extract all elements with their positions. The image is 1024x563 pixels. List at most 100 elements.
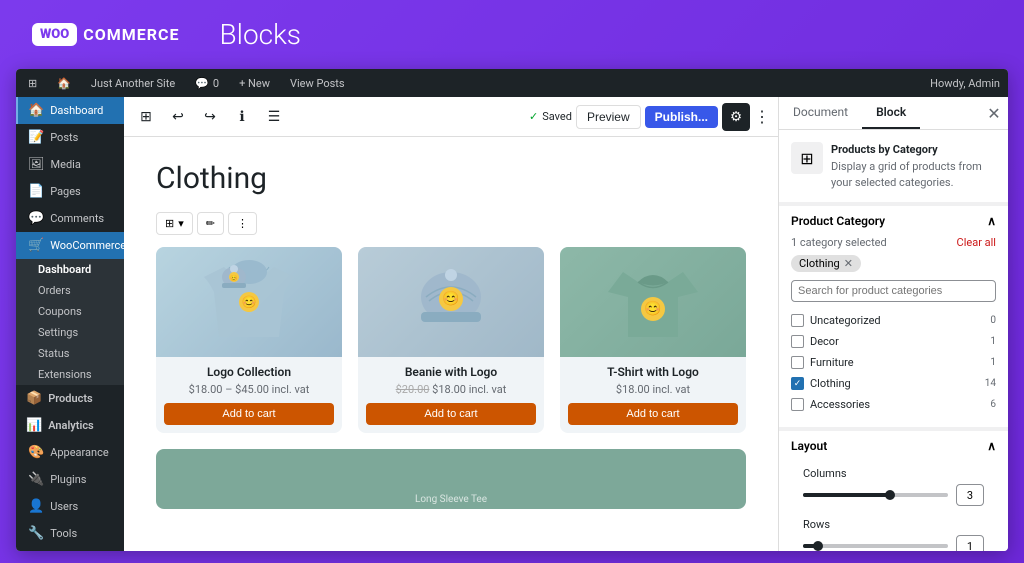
list-view-button[interactable]: ☰: [260, 103, 288, 131]
submenu-coupons[interactable]: Coupons: [16, 301, 124, 322]
sidebar-item-analytics[interactable]: 📊 Analytics: [16, 412, 124, 439]
sidebar-label-appearance: Appearance: [50, 446, 109, 459]
rows-slider[interactable]: [803, 544, 948, 548]
woo-logo-text: COMMERCE: [83, 25, 179, 44]
add-to-cart-button-2[interactable]: Add to cart: [366, 403, 536, 425]
submenu-orders[interactable]: Orders: [16, 280, 124, 301]
sidebar-label-users: Users: [50, 500, 78, 513]
category-tag-label: Clothing: [799, 257, 840, 270]
svg-text:😊: 😊: [442, 290, 459, 307]
sidebar-item-tools[interactable]: 🔧 Tools: [16, 520, 124, 547]
product-card-2: 😊 Beanie with Logo $20.00 $18.00 incl. v…: [358, 247, 544, 433]
sidebar-item-woocommerce[interactable]: 🛒 WooCommerce: [16, 232, 124, 259]
product-sale-price-2: $18.00 incl. vat: [432, 383, 506, 396]
product-image-1: 😊 😊: [156, 247, 342, 357]
rows-label: Rows: [803, 518, 984, 531]
product-price-3: $18.00 incl. vat: [568, 383, 738, 396]
sidebar-item-settings[interactable]: ⚙ Settings: [16, 547, 124, 551]
tab-document[interactable]: Document: [779, 97, 862, 129]
block-description: Products by Category Display a grid of p…: [831, 142, 996, 190]
sidebar-label-plugins: Plugins: [50, 473, 86, 486]
product-name-3: T-Shirt with Logo: [568, 365, 738, 379]
woo-logo: WOO COMMERCE: [32, 23, 179, 46]
category-tag-clothing: Clothing ✕: [791, 255, 996, 280]
tag-close-button[interactable]: ✕: [844, 257, 853, 270]
category-name-furniture: Furniture: [810, 356, 854, 369]
wp-logo-icon[interactable]: ⊞: [24, 69, 41, 97]
publish-button[interactable]: Publish...: [645, 106, 718, 128]
wp-admin-bar: ⊞ 🏠 Just Another Site 💬 0 + New View Pos…: [16, 69, 1008, 97]
add-to-cart-button-3[interactable]: Add to cart: [568, 403, 738, 425]
sidebar-item-plugins[interactable]: 🔌 Plugins: [16, 466, 124, 493]
sidebar-item-posts[interactable]: 📝 Posts: [16, 124, 124, 151]
block-edit-button[interactable]: ✏: [197, 212, 224, 235]
checkbox-decor[interactable]: [791, 335, 804, 348]
columns-row: Columns 3: [791, 461, 996, 512]
category-name-clothing: Clothing: [810, 377, 851, 390]
rows-slider-thumb[interactable]: [813, 541, 823, 551]
svg-text:😊: 😊: [230, 274, 237, 282]
sidebar-item-users[interactable]: 👤 Users: [16, 493, 124, 520]
media-icon: 🖼: [28, 157, 45, 172]
info-button[interactable]: ℹ: [228, 103, 256, 131]
sidebar-label-comments: Comments: [50, 212, 104, 225]
panel-tabs: Document Block ✕: [779, 97, 1008, 130]
settings-button[interactable]: ⚙: [722, 103, 750, 131]
columns-value: 3: [956, 484, 984, 506]
block-more-button[interactable]: ⋮: [228, 212, 257, 235]
checkbox-uncategorized[interactable]: [791, 314, 804, 327]
sidebar-item-media[interactable]: 🖼 Media: [16, 151, 124, 178]
undo-button[interactable]: ↩: [164, 103, 192, 131]
redo-button[interactable]: ↪: [196, 103, 224, 131]
rows-value: 1: [956, 535, 984, 551]
category-name-decor: Decor: [810, 335, 839, 348]
sidebar-item-products[interactable]: 📦 Products: [16, 385, 124, 412]
checkbox-accessories[interactable]: [791, 398, 804, 411]
sidebar-item-comments[interactable]: 💬 Comments: [16, 205, 124, 232]
editor-layout: 🏠 Dashboard 📝 Posts 🖼 Media 📄 Pages 💬 Co…: [16, 97, 1008, 551]
comments-icon[interactable]: 💬 0: [191, 69, 223, 97]
pages-icon: 📄: [28, 184, 44, 199]
site-name[interactable]: Just Another Site: [87, 69, 179, 97]
product-name-1: Logo Collection: [164, 365, 334, 379]
block-inserter-button[interactable]: ⊞: [132, 103, 160, 131]
top-banner: WOO COMMERCE Blocks: [0, 0, 1024, 69]
submenu-status[interactable]: Status: [16, 343, 124, 364]
new-button[interactable]: + New: [235, 69, 274, 97]
sidebar-item-appearance[interactable]: 🎨 Appearance: [16, 439, 124, 466]
comments-nav-icon: 💬: [28, 211, 44, 226]
sidebar-item-pages[interactable]: 📄 Pages: [16, 178, 124, 205]
view-posts-link[interactable]: View Posts: [286, 69, 349, 97]
panel-close-button[interactable]: ✕: [980, 99, 1008, 127]
home-icon[interactable]: 🏠: [53, 69, 75, 97]
add-to-cart-button-1[interactable]: Add to cart: [164, 403, 334, 425]
category-count-clothing: 14: [985, 378, 996, 389]
more-options-button[interactable]: ⋮: [754, 107, 770, 127]
product-info-1: Logo Collection $18.00 – $45.00 incl. va…: [156, 357, 342, 433]
block-toolbar: ⊞▾ ✏ ⋮: [156, 212, 746, 235]
layout-section-header[interactable]: Layout ∧: [779, 431, 1008, 461]
submenu-settings[interactable]: Settings: [16, 322, 124, 343]
block-transform-button[interactable]: ⊞▾: [156, 212, 193, 235]
product-grid: 😊 😊 Logo Collection: [156, 247, 746, 433]
category-search-input[interactable]: [791, 280, 996, 302]
product-category-content: 1 category selected Clear all Clothing ✕…: [779, 236, 1008, 427]
product-preview-row: Long Sleeve Tee: [156, 449, 746, 509]
columns-slider[interactable]: [803, 493, 948, 497]
checkbox-clothing[interactable]: [791, 377, 804, 390]
columns-slider-thumb[interactable]: [885, 490, 895, 500]
howdy-text: Howdy, Admin: [930, 77, 1000, 90]
submenu-extensions[interactable]: Extensions: [16, 364, 124, 385]
woocommerce-submenu: Dashboard Orders Coupons Settings Status…: [16, 259, 124, 385]
saved-checkmark: ✓: [529, 110, 538, 123]
columns-slider-fill: [803, 493, 890, 497]
product-category-header[interactable]: Product Category ∧: [779, 206, 1008, 236]
category-item-clothing: Clothing 14: [791, 373, 996, 394]
category-name-uncategorized: Uncategorized: [810, 314, 881, 327]
clear-all-link[interactable]: Clear all: [957, 236, 996, 249]
preview-button[interactable]: Preview: [576, 105, 641, 129]
sidebar-item-dashboard[interactable]: 🏠 Dashboard: [16, 97, 124, 124]
tab-block[interactable]: Block: [862, 97, 920, 129]
checkbox-furniture[interactable]: [791, 356, 804, 369]
submenu-dashboard[interactable]: Dashboard: [16, 259, 124, 280]
